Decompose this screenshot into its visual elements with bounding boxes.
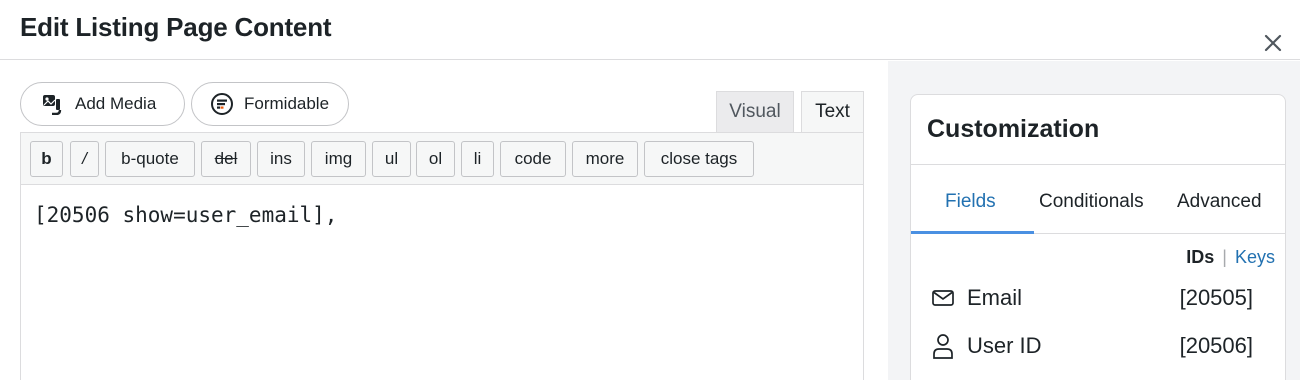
field-label: Email — [967, 285, 1023, 310]
tab-visual[interactable]: Visual — [716, 91, 794, 132]
ids-keys-toggle: IDs | Keys — [1186, 247, 1275, 268]
active-tab-indicator — [911, 231, 1034, 234]
ids-keys-separator: | — [1222, 247, 1227, 267]
field-label: User ID — [967, 333, 1042, 358]
formidable-label: Formidable — [244, 94, 330, 113]
quicktag-del-button[interactable]: del — [201, 141, 251, 177]
quicktag-bold-button[interactable]: b — [30, 141, 63, 177]
close-icon — [1264, 34, 1282, 52]
formidable-icon — [210, 92, 234, 116]
formidable-button[interactable]: Formidable — [191, 82, 349, 126]
modal-title: Edit Listing Page Content — [20, 12, 332, 42]
quicktags-toolbar: b / b-quote del ins img ul ol li code mo… — [21, 133, 863, 185]
field-id: [20506] — [1179, 333, 1253, 358]
add-media-label: Add Media — [75, 94, 157, 113]
customization-card: Customization Fields Conditionals Advanc… — [910, 94, 1286, 380]
tab-fields[interactable]: Fields — [945, 191, 996, 213]
quicktag-blockquote-button[interactable]: b-quote — [105, 141, 195, 177]
divider — [911, 164, 1285, 165]
tab-advanced[interactable]: Advanced — [1177, 191, 1262, 213]
add-media-icon — [41, 93, 65, 115]
customization-title: Customization — [927, 115, 1100, 143]
modal-header: Edit Listing Page Content — [0, 0, 1300, 60]
text-editor: b / b-quote del ins img ul ol li code mo… — [20, 132, 864, 380]
close-button[interactable] — [1258, 28, 1288, 58]
quicktag-code-button[interactable]: code — [500, 141, 566, 177]
quicktag-img-button[interactable]: img — [311, 141, 366, 177]
keys-toggle[interactable]: Keys — [1235, 247, 1275, 268]
quicktag-italic-button[interactable]: / — [70, 141, 99, 177]
quicktag-ins-button[interactable]: ins — [257, 141, 305, 177]
add-media-button[interactable]: Add Media — [20, 82, 185, 126]
tab-conditionals[interactable]: Conditionals — [1039, 191, 1144, 213]
quicktag-ul-button[interactable]: ul — [372, 141, 411, 177]
tab-text[interactable]: Text — [801, 91, 864, 132]
quicktag-more-button[interactable]: more — [572, 141, 638, 177]
quicktag-li-button[interactable]: li — [461, 141, 494, 177]
quicktag-close-tags-button[interactable]: close tags — [644, 141, 754, 177]
user-icon — [931, 332, 957, 360]
field-item-user-id[interactable]: User ID [20506] — [931, 331, 1253, 361]
field-item-email[interactable]: Email [20505] — [931, 283, 1253, 313]
quicktag-ol-button[interactable]: ol — [416, 141, 455, 177]
envelope-icon — [931, 286, 957, 310]
field-id: [20505] — [1179, 285, 1253, 310]
editor-content[interactable]: [20506 show=user_email], — [34, 203, 337, 227]
ids-toggle[interactable]: IDs — [1186, 247, 1214, 268]
